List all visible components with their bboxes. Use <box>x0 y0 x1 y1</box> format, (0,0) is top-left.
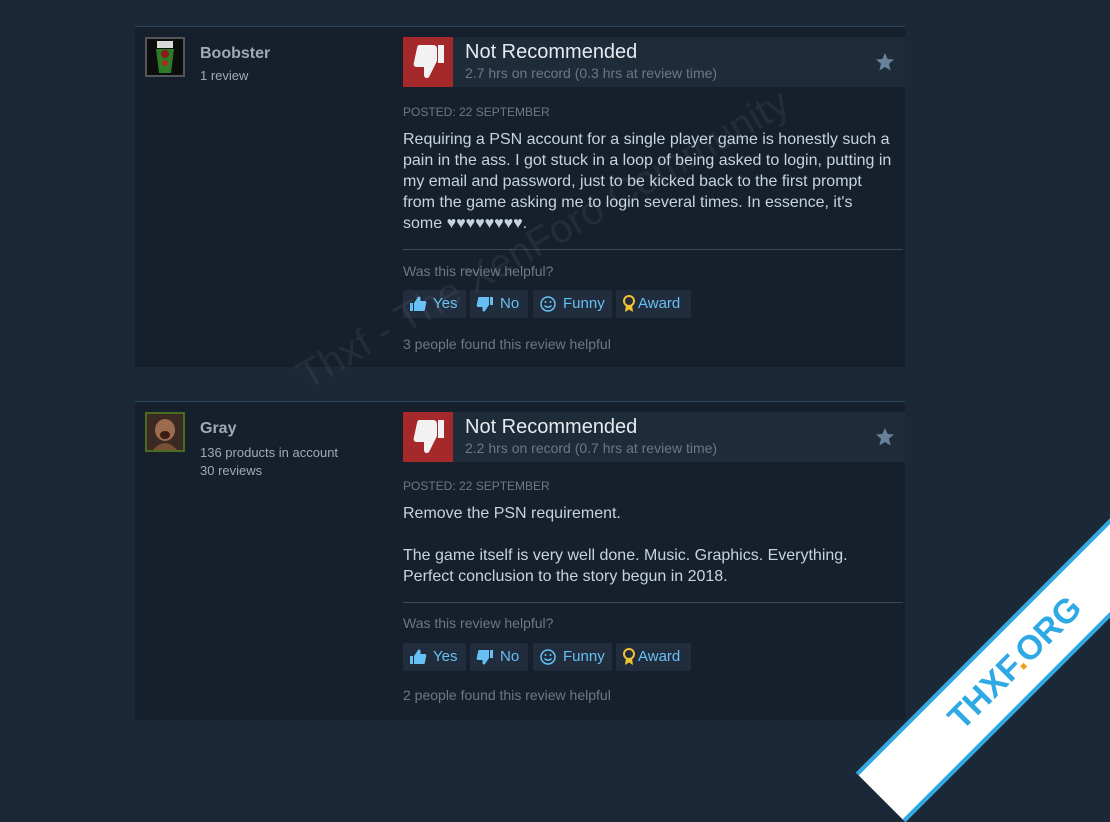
posted-date: Posted: 22 September <box>403 105 550 119</box>
funny-label: Funny <box>563 295 605 312</box>
author-review-count[interactable]: 30 reviews <box>200 463 262 478</box>
vote-yes-button[interactable]: Yes <box>403 290 466 318</box>
star-icon[interactable] <box>875 52 895 72</box>
award-label: Award <box>638 648 681 665</box>
review-card: Boobster 1 review Not Recommended 2.7 hr… <box>135 26 905 367</box>
thumbs-down-icon <box>476 297 493 312</box>
posted-date: Posted: 22 September <box>403 479 550 493</box>
thumbs-up-icon <box>410 296 427 311</box>
playtime-hours: 2.2 hrs on record (0.7 hrs at review tim… <box>465 440 718 456</box>
review-content: Remove the PSN requirement. The game its… <box>403 503 893 587</box>
playtime-hours: 2.7 hrs on record (0.3 hrs at review tim… <box>465 65 718 81</box>
vote-header: Not Recommended 2.2 hrs on record (0.7 h… <box>403 412 905 462</box>
no-label: No <box>500 648 520 665</box>
award-button[interactable]: Award <box>616 290 691 318</box>
award-ribbon-icon <box>623 295 635 312</box>
found-helpful-count: 3 people found this review helpful <box>403 336 611 352</box>
star-icon[interactable] <box>875 427 895 447</box>
author-review-count[interactable]: 1 review <box>200 68 248 83</box>
avatar-image <box>147 39 183 75</box>
author-name[interactable]: Boobster <box>200 45 270 63</box>
thumbs-down-icon <box>476 650 493 665</box>
helpful-question: Was this review helpful? <box>403 615 554 631</box>
avatar[interactable] <box>145 37 185 77</box>
vote-no-button[interactable]: No <box>470 290 528 318</box>
review-paragraph: Requiring a PSN account for a single pla… <box>403 131 892 232</box>
smiley-icon <box>540 649 556 665</box>
avatar[interactable] <box>145 412 185 452</box>
award-ribbon-icon <box>623 648 635 665</box>
review-content: Requiring a PSN account for a single pla… <box>403 129 893 234</box>
award-label: Award <box>638 295 681 312</box>
review-paragraph: Remove the PSN requirement. <box>403 505 621 522</box>
yes-label: Yes <box>433 648 458 665</box>
divider <box>403 602 903 603</box>
thumbs-down-icon <box>403 412 453 462</box>
author-products-count[interactable]: 136 products in account <box>200 445 338 460</box>
review-verdict[interactable]: Not Recommended <box>465 416 637 439</box>
vote-no-button[interactable]: No <box>470 643 528 671</box>
review-paragraph: The game itself is very well done. Music… <box>403 547 848 585</box>
yes-label: Yes <box>433 295 458 312</box>
vote-yes-button[interactable]: Yes <box>403 643 466 671</box>
funny-label: Funny <box>563 648 605 665</box>
vote-funny-button[interactable]: Funny <box>533 290 612 318</box>
review-card: Gray 136 products in account 30 reviews … <box>135 401 905 720</box>
divider <box>403 249 903 250</box>
found-helpful-count: 2 people found this review helpful <box>403 687 611 703</box>
thumbs-down-icon <box>403 37 453 87</box>
helpful-question: Was this review helpful? <box>403 263 554 279</box>
review-verdict[interactable]: Not Recommended <box>465 41 637 64</box>
vote-header: Not Recommended 2.7 hrs on record (0.3 h… <box>403 37 905 87</box>
avatar-image <box>147 414 183 450</box>
author-name[interactable]: Gray <box>200 420 236 438</box>
award-button[interactable]: Award <box>616 643 691 671</box>
thumbs-up-icon <box>410 649 427 664</box>
no-label: No <box>500 295 520 312</box>
smiley-icon <box>540 296 556 312</box>
vote-funny-button[interactable]: Funny <box>533 643 612 671</box>
